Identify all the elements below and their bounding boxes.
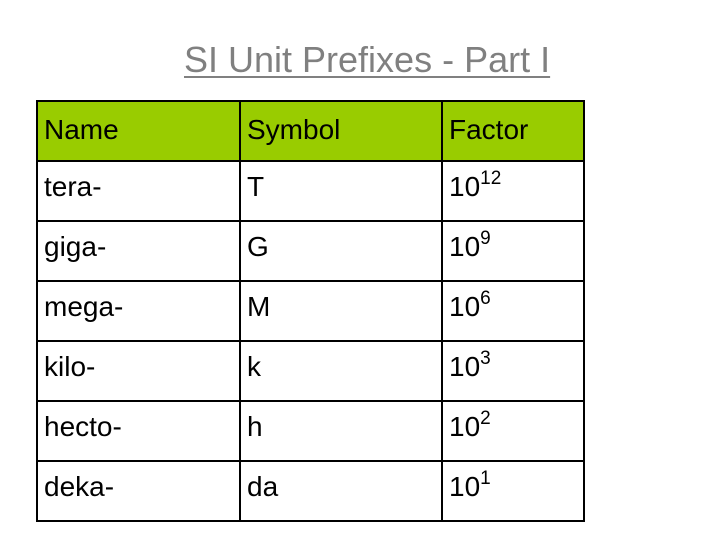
header-symbol: Symbol: [239, 100, 443, 162]
cell-factor: 101: [441, 460, 585, 522]
table-row: giga- G 109: [36, 220, 585, 282]
cell-symbol: T: [239, 160, 443, 222]
cell-factor: 109: [441, 220, 585, 282]
factor-base: 10: [449, 351, 481, 382]
cell-name: mega-: [36, 280, 241, 342]
factor-base: 10: [449, 291, 481, 322]
si-prefix-table: Name Symbol Factor tera- T 1012 giga- G …: [36, 100, 585, 522]
factor-exponent: 1: [480, 468, 491, 489]
cell-factor: 102: [441, 400, 585, 462]
factor-exponent: 9: [480, 228, 491, 249]
factor-base: 10: [449, 471, 481, 502]
cell-name: kilo-: [36, 340, 241, 402]
table-row: deka- da 101: [36, 460, 585, 522]
cell-symbol: M: [239, 280, 443, 342]
cell-factor: 1012: [441, 160, 585, 222]
table-row: mega- M 106: [36, 280, 585, 342]
table-row: tera- T 1012: [36, 160, 585, 222]
table-header-row: Name Symbol Factor: [36, 100, 585, 162]
cell-factor: 103: [441, 340, 585, 402]
cell-symbol: k: [239, 340, 443, 402]
header-factor: Factor: [441, 100, 585, 162]
cell-name: deka-: [36, 460, 241, 522]
cell-symbol: G: [239, 220, 443, 282]
cell-name: tera-: [36, 160, 241, 222]
cell-symbol: h: [239, 400, 443, 462]
factor-base: 10: [449, 411, 481, 442]
factor-exponent: 12: [480, 168, 502, 189]
table-row: kilo- k 103: [36, 340, 585, 402]
cell-name: hecto-: [36, 400, 241, 462]
factor-exponent: 3: [480, 348, 491, 369]
cell-factor: 106: [441, 280, 585, 342]
factor-exponent: 6: [480, 288, 491, 309]
factor-exponent: 2: [480, 408, 491, 429]
factor-base: 10: [449, 231, 481, 262]
table-row: hecto- h 102: [36, 400, 585, 462]
page-title: SI Unit Prefixes - Part I: [184, 39, 551, 80]
cell-name: giga-: [36, 220, 241, 282]
factor-base: 10: [449, 171, 481, 202]
cell-symbol: da: [239, 460, 443, 522]
header-name: Name: [36, 100, 241, 162]
